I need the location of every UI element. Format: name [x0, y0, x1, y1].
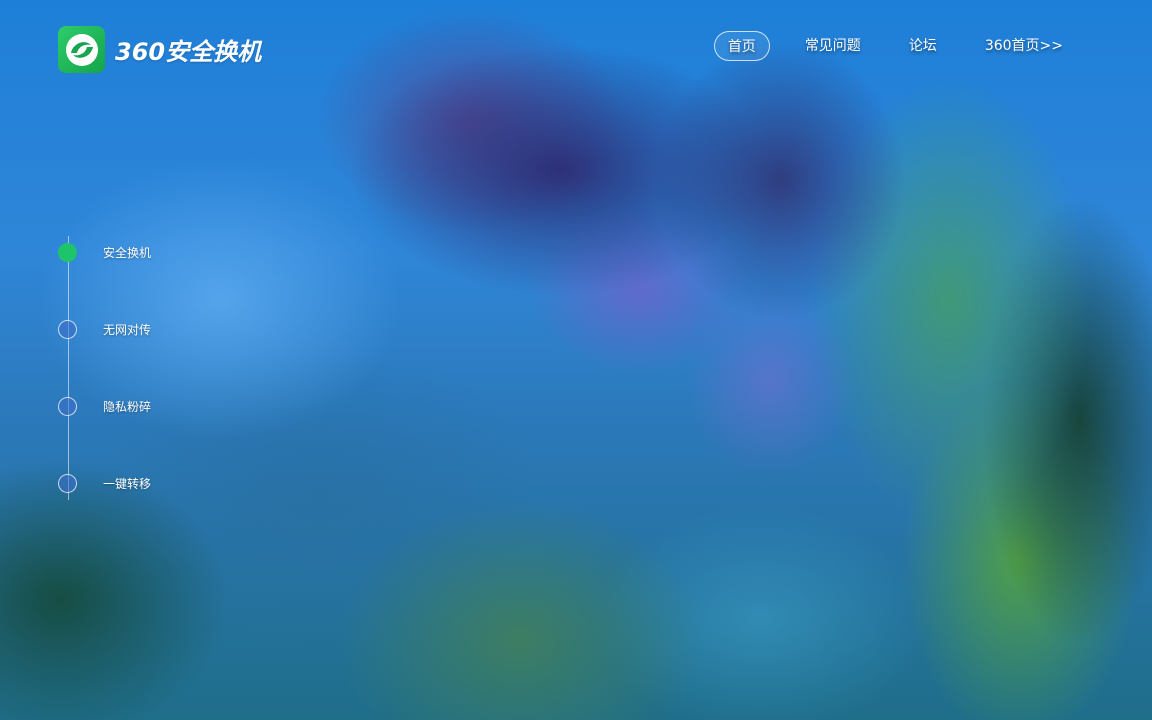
top-nav: 首页 常见问题 论坛 360首页>>: [713, 31, 1076, 61]
brand-name: 360安全换机: [115, 38, 262, 66]
nav-item-forum[interactable]: 论坛: [896, 31, 950, 61]
nav-item-360-home[interactable]: 360首页>>: [972, 31, 1076, 61]
timeline-item-one-click-transfer[interactable]: 一键转移: [58, 474, 151, 493]
timeline-item-offline-transfer[interactable]: 无网对传: [58, 320, 151, 339]
timeline-item-label: 一键转移: [103, 477, 152, 491]
refresh-swap-icon: [58, 26, 105, 73]
timeline-dot: [58, 474, 77, 493]
timeline-dot: [58, 320, 77, 339]
nav-item-home[interactable]: 首页: [713, 31, 770, 61]
timeline-dot: [58, 397, 77, 416]
page: 360安全换机 首页 常见问题 论坛 360首页>> 安全换机 无网对传 隐私粉…: [0, 0, 1152, 720]
timeline-dot-active: [58, 243, 77, 262]
timeline-item-label: 无网对传: [103, 323, 152, 337]
feature-timeline: 安全换机 无网对传 隐私粉碎 一键转移: [58, 236, 218, 500]
timeline-item-safe-switch[interactable]: 安全换机: [58, 243, 151, 262]
timeline-line: [68, 236, 69, 500]
timeline-item-privacy-shred[interactable]: 隐私粉碎: [58, 397, 151, 416]
brand-logo[interactable]: 360安全换机: [58, 26, 261, 73]
timeline-item-label: 安全换机: [103, 246, 152, 260]
timeline-item-label: 隐私粉碎: [103, 400, 152, 414]
nav-item-faq[interactable]: 常见问题: [792, 31, 874, 61]
